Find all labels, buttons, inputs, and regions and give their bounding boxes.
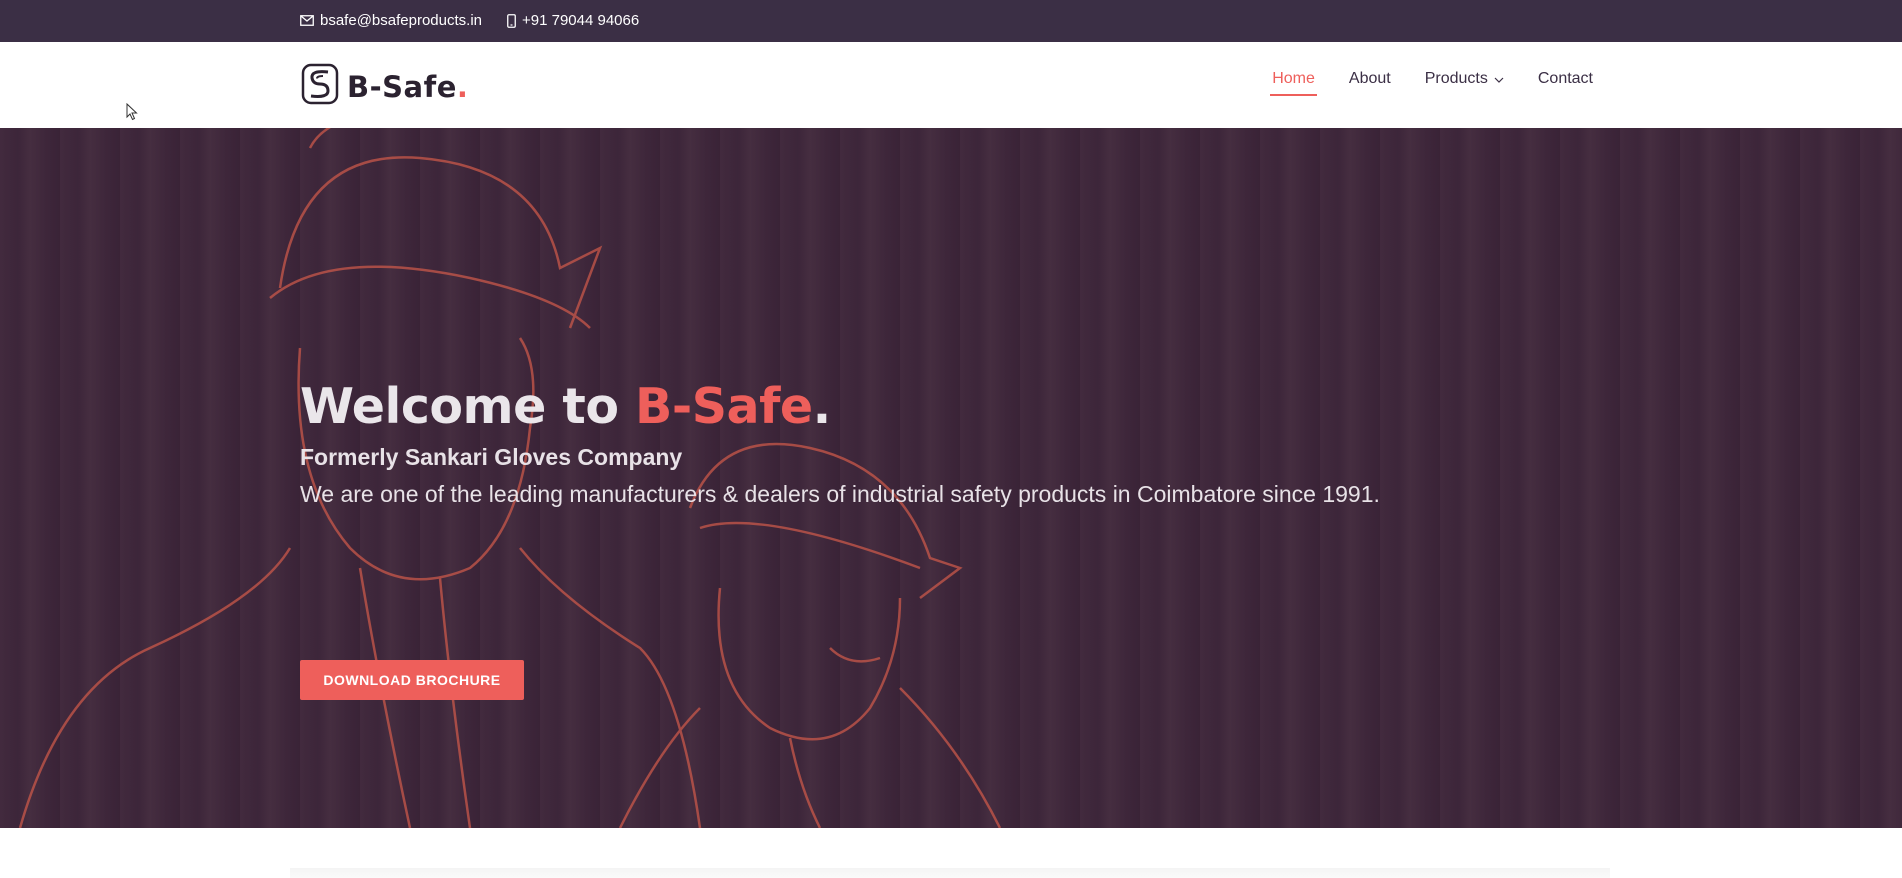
hero-title-accent: B-Safe <box>635 378 813 435</box>
nav-about-label: About <box>1348 70 1391 87</box>
nav-products-label: Products <box>1424 70 1488 87</box>
main-navigation: Home About Products Contact <box>1270 70 1593 96</box>
nav-about[interactable]: About <box>1349 70 1391 94</box>
hero-title: Welcome to B-Safe. <box>300 380 1380 434</box>
chevron-down-icon <box>1494 70 1504 88</box>
logo-mark-icon <box>301 63 339 110</box>
site-logo[interactable]: B-Safe. <box>301 63 468 110</box>
hero-section: Welcome to B-Safe. Formerly Sankari Glov… <box>0 128 1902 828</box>
hero-title-dot: . <box>812 378 832 435</box>
logo-text: B-Safe. <box>347 70 468 104</box>
nav-home-label: Home <box>1272 70 1315 87</box>
nav-contact-label: Contact <box>1537 70 1593 87</box>
nav-contact[interactable]: Contact <box>1538 70 1593 94</box>
hero-subtitle: Formerly Sankari Gloves Company <box>300 443 683 470</box>
envelope-icon <box>300 15 314 26</box>
hero-title-prefix: Welcome to <box>300 378 636 435</box>
phone-text: +91 79044 94066 <box>522 12 640 29</box>
mouse-cursor-icon <box>126 102 138 126</box>
logo-dot: . <box>456 69 469 104</box>
nav-products[interactable]: Products <box>1425 70 1504 94</box>
nav-home[interactable]: Home <box>1270 70 1317 96</box>
top-contact-bar: bsafe@bsafeproducts.in +91 79044 94066 <box>0 0 1902 42</box>
section-card-shadow <box>290 868 1610 878</box>
download-brochure-button[interactable]: DOWNLOAD BROCHURE <box>300 660 524 700</box>
hero-description: We are one of the leading manufacturers … <box>300 480 1380 507</box>
email-contact[interactable]: bsafe@bsafeproducts.in <box>300 12 482 29</box>
email-text: bsafe@bsafeproducts.in <box>320 12 482 29</box>
phone-contact[interactable]: +91 79044 94066 <box>507 12 639 29</box>
logo-name: B-Safe <box>347 69 457 104</box>
phone-icon <box>507 13 516 28</box>
site-header: B-Safe. Home About Products Contact <box>0 42 1902 129</box>
hero-content: Welcome to B-Safe. Formerly Sankari Glov… <box>300 380 1380 700</box>
